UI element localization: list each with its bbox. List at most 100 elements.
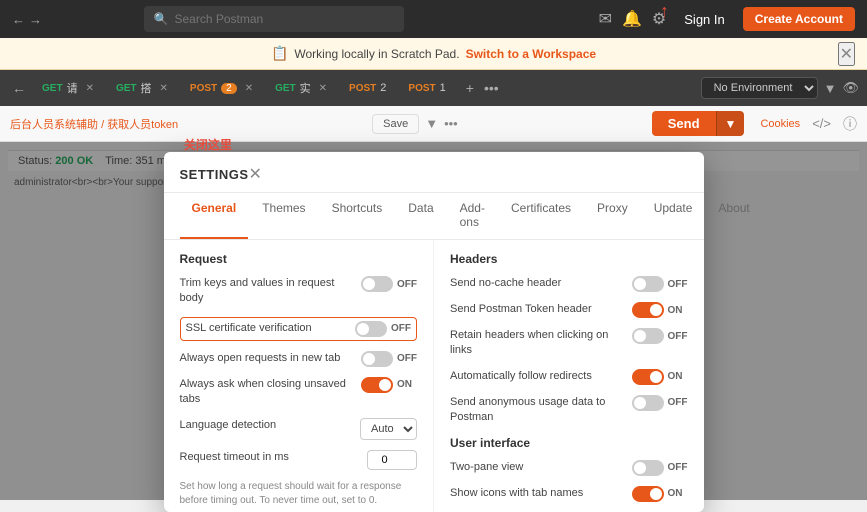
tab-item-get1[interactable]: GET 请 ✕: [32, 74, 104, 102]
modal-close-button[interactable]: ✕: [249, 164, 262, 184]
toggle-track[interactable]: [355, 321, 387, 337]
follow-redirects-toggle[interactable]: ON: [632, 369, 688, 385]
postman-token-toggle[interactable]: ON: [632, 302, 688, 318]
timeout-input[interactable]: [367, 450, 417, 470]
toggle-label: OFF: [397, 279, 417, 290]
setting-anon-usage: Send anonymous usage data to Postman OFF: [450, 395, 688, 426]
addr-more-icon[interactable]: •••: [444, 116, 458, 131]
anon-usage-toggle[interactable]: OFF: [632, 395, 688, 411]
toggle-track[interactable]: [632, 460, 664, 476]
info-icon[interactable]: ⓘ: [843, 114, 857, 134]
back-icon[interactable]: ←: [12, 12, 25, 27]
setting-ask-closing: Always ask when closing unsaved tabs ON: [180, 377, 418, 408]
topbar-icons: ✉ 🔔 ⚙ ↑ Sign In Create Account: [599, 7, 855, 31]
setting-label: Send no-cache header: [450, 276, 624, 291]
tab-label: 1: [440, 82, 446, 94]
breadcrumb-current: 获取人员token: [107, 119, 178, 131]
icons-tabs-toggle[interactable]: ON: [632, 486, 688, 502]
switch-workspace-link[interactable]: Switch to a Workspace: [466, 47, 596, 61]
tab-update[interactable]: Update: [642, 193, 705, 239]
notif-close-button[interactable]: ✕: [838, 42, 855, 66]
toggle-track[interactable]: [632, 395, 664, 411]
two-pane-toggle[interactable]: OFF: [632, 460, 688, 476]
tab-nav-back[interactable]: ←: [8, 78, 30, 98]
tab-data[interactable]: Data: [396, 193, 445, 239]
tab-more-button[interactable]: •••: [480, 78, 503, 98]
tab-addons[interactable]: Add-ons: [448, 193, 497, 239]
setting-label: Automatically follow redirects: [450, 369, 624, 384]
setting-postman-token: Send Postman Token header ON: [450, 302, 688, 318]
notification-icon[interactable]: ✉: [599, 9, 612, 29]
tab-close[interactable]: ✕: [245, 83, 253, 94]
ssl-cert-toggle[interactable]: OFF: [355, 321, 411, 337]
toggle-track[interactable]: [361, 351, 393, 367]
tab-item-post3[interactable]: POST 1: [398, 74, 455, 102]
create-account-button[interactable]: Create Account: [743, 7, 855, 31]
retain-headers-toggle[interactable]: OFF: [632, 328, 688, 344]
modal-header: SETTINGS 关闭这里 ✕: [164, 152, 704, 193]
tab-item-post1[interactable]: POST 2 ✕: [180, 74, 263, 102]
setting-label: Send Postman Token header: [450, 302, 624, 317]
timeout-desc: Set how long a request should wait for a…: [180, 480, 418, 508]
toggle-track[interactable]: [632, 328, 664, 344]
tab-proxy[interactable]: Proxy: [585, 193, 640, 239]
modal-body: Request Trim keys and values in request …: [164, 240, 704, 512]
language-select[interactable]: Auto: [360, 418, 417, 440]
setting-label: Language detection: [180, 418, 353, 433]
ask-closing-toggle[interactable]: ON: [361, 377, 417, 393]
toggle-track[interactable]: [361, 276, 393, 292]
settings-icon[interactable]: ⚙ ↑: [652, 9, 666, 29]
addr-dropdown-icon[interactable]: ▼: [425, 116, 438, 131]
tab-label: 搭: [141, 80, 152, 96]
toggle-label: OFF: [668, 279, 688, 290]
tab-general[interactable]: General: [180, 193, 249, 239]
env-settings-icon[interactable]: 👁: [842, 80, 859, 96]
tab-item-get2[interactable]: GET 搭 ✕: [106, 74, 178, 102]
tab-item-post2[interactable]: POST 2: [339, 74, 396, 102]
address-bar: 后台人员系统辅助 / 获取人员token Save ▼ ••• Send ▼ C…: [0, 106, 867, 142]
environment-select[interactable]: No Environment: [701, 77, 818, 99]
tab-add-button[interactable]: +: [462, 78, 478, 98]
tab-themes[interactable]: Themes: [250, 193, 317, 239]
send-dropdown-button[interactable]: ▼: [716, 111, 745, 136]
env-expand-icon[interactable]: ▼: [824, 81, 837, 96]
save-button[interactable]: Save: [372, 114, 419, 134]
toggle-track[interactable]: [632, 486, 664, 502]
tab-close[interactable]: ✕: [319, 83, 327, 94]
cookies-link[interactable]: Cookies: [760, 118, 800, 130]
send-button[interactable]: Send: [652, 111, 716, 136]
trim-keys-toggle[interactable]: OFF: [361, 276, 417, 292]
addr-actions: Save ▼ •••: [372, 114, 458, 134]
forward-icon[interactable]: →: [29, 12, 42, 27]
setting-icons-tabs: Show icons with tab names ON: [450, 486, 688, 502]
search-bar[interactable]: 🔍: [144, 6, 404, 32]
search-input[interactable]: [174, 12, 393, 26]
tab-item-get3[interactable]: GET 实 ✕: [265, 74, 337, 102]
notif-message: Working locally in Scratch Pad.: [294, 47, 459, 61]
tab-certificates[interactable]: Certificates: [499, 193, 583, 239]
tab-method: GET: [116, 83, 137, 94]
tab-about[interactable]: About: [706, 193, 761, 239]
bell-icon[interactable]: 🔔: [622, 9, 642, 29]
tab-close[interactable]: ✕: [160, 83, 168, 94]
toggle-label: ON: [397, 379, 417, 390]
setting-label: Request timeout in ms: [180, 450, 360, 465]
toggle-track[interactable]: [632, 302, 664, 318]
send-group: Send ▼: [652, 111, 745, 136]
code-icon[interactable]: </>: [812, 116, 831, 131]
toggle-track[interactable]: [632, 276, 664, 292]
toggle-label: ON: [668, 488, 688, 499]
modal-title: SETTINGS: [180, 167, 249, 182]
open-new-tab-toggle[interactable]: OFF: [361, 351, 417, 367]
tab-env: No Environment ▼ 👁: [701, 77, 859, 99]
no-cache-toggle[interactable]: OFF: [632, 276, 688, 292]
toggle-track[interactable]: [361, 377, 393, 393]
breadcrumb-parent[interactable]: 后台人员系统辅助: [10, 119, 98, 131]
sign-in-button[interactable]: Sign In: [676, 8, 732, 31]
headers-section-label: Headers: [450, 252, 688, 266]
tab-shortcuts[interactable]: Shortcuts: [320, 193, 395, 239]
toggle-label: OFF: [668, 397, 688, 408]
toggle-track[interactable]: [632, 369, 664, 385]
tab-method: GET: [42, 83, 63, 94]
tab-close[interactable]: ✕: [86, 83, 94, 94]
